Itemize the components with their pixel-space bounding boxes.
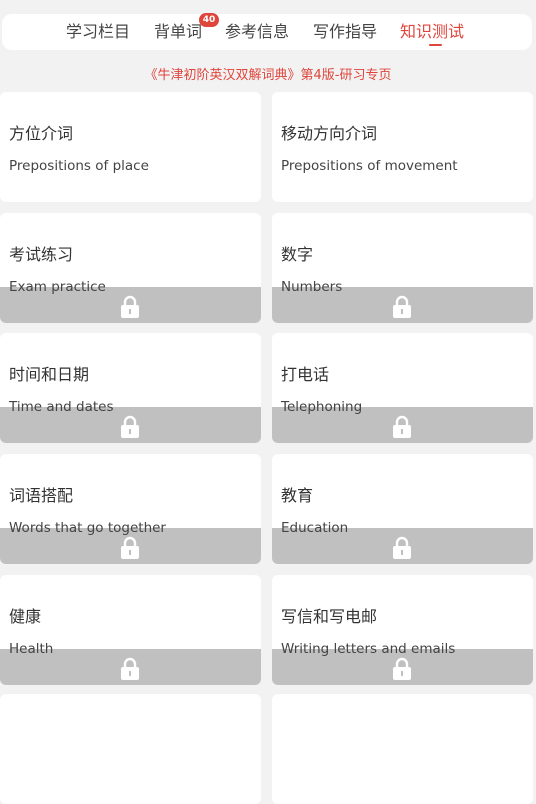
top-tab-bar: 学习栏目 背单词 40 参考信息 写作指导 知识测试 [2, 13, 532, 50]
card-telephoning[interactable]: 打电话 Telephoning [272, 333, 533, 443]
card-title-en: Numbers [281, 279, 343, 295]
card-writing-letters-and-emails[interactable]: 写信和写电邮 Writing letters and emails [272, 575, 533, 685]
card-title-cn: 时间和日期 [9, 365, 90, 384]
card-title-cn: 词语搭配 [9, 486, 74, 505]
card-title-en: Exam practice [9, 279, 106, 295]
card-title-cn: 打电话 [281, 365, 330, 384]
card-title-en: Education [281, 520, 349, 536]
tab-memorize-words[interactable]: 背单词 [154, 14, 202, 50]
card-partial-next-row-right[interactable] [272, 694, 533, 804]
lock-icon [393, 415, 411, 438]
card-title-cn: 写信和写电邮 [281, 607, 378, 626]
card-title-en: Words that go together [9, 520, 166, 536]
active-tab-indicator [429, 44, 442, 46]
card-title-en: Time and dates [9, 399, 114, 415]
card-title-cn: 教育 [281, 486, 314, 505]
card-health[interactable]: 健康 Health [0, 575, 261, 685]
card-title-en: Telephoning [281, 399, 363, 415]
tab-reference-info[interactable]: 参考信息 [225, 14, 289, 50]
lock-icon [121, 295, 139, 318]
tab-study-columns[interactable]: 学习栏目 [66, 14, 130, 50]
lock-icon [121, 536, 139, 559]
card-title-en: Health [9, 641, 54, 657]
card-title-cn: 数字 [281, 245, 314, 264]
card-words-that-go-together[interactable]: 词语搭配 Words that go together [0, 454, 261, 564]
card-title-en: Writing letters and emails [281, 641, 456, 657]
card-title-en: Prepositions of movement [281, 158, 458, 174]
lock-icon [393, 657, 411, 680]
lock-icon [393, 536, 411, 559]
lock-icon [121, 415, 139, 438]
lock-icon [121, 657, 139, 680]
card-title-en: Prepositions of place [9, 158, 149, 174]
page-subtitle: 《牛津初阶英汉双解词典》第4版-研习专页 [144, 68, 392, 83]
card-education[interactable]: 教育 Education [272, 454, 533, 564]
card-partial-next-row-left[interactable] [0, 694, 261, 804]
card-exam-practice[interactable]: 考试练习 Exam practice [0, 213, 261, 323]
card-title-cn: 考试练习 [9, 245, 74, 264]
card-numbers[interactable]: 数字 Numbers [272, 213, 533, 323]
tab-writing-guide[interactable]: 写作指导 [313, 14, 377, 50]
card-title-cn: 移动方向介词 [281, 124, 378, 143]
card-prepositions-of-place[interactable]: 方位介词 Prepositions of place [0, 92, 261, 202]
card-title-cn: 健康 [9, 607, 42, 626]
card-prepositions-of-movement[interactable]: 移动方向介词 Prepositions of movement [272, 92, 533, 202]
card-time-and-dates[interactable]: 时间和日期 Time and dates [0, 333, 261, 443]
card-title-cn: 方位介词 [9, 124, 74, 143]
memorize-count-badge: 40 [199, 13, 219, 27]
lock-icon [393, 295, 411, 318]
